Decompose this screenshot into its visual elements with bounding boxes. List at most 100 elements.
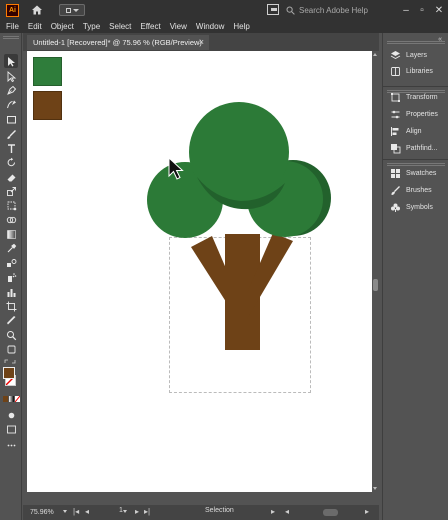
help-search[interactable]: Search Adobe Help: [286, 3, 392, 17]
panel-pathfinder-label: Pathfind...: [406, 145, 438, 152]
app-logo: Ai: [6, 3, 19, 17]
transform-icon: [389, 92, 401, 104]
search-input[interactable]: Search Adobe Help: [299, 6, 368, 15]
menu-help[interactable]: Help: [233, 22, 249, 31]
artboard-dropdown-icon[interactable]: [123, 510, 127, 513]
menu-object[interactable]: Object: [51, 22, 74, 31]
panel-brushes-label: Brushes: [406, 187, 432, 194]
home-icon[interactable]: [31, 4, 43, 16]
paintbrush-tool-icon[interactable]: [4, 127, 18, 141]
previous-artboard-icon[interactable]: ◂: [85, 507, 89, 516]
menu-bar: File Edit Object Type Select Effect View…: [0, 20, 448, 33]
menu-view[interactable]: View: [170, 22, 187, 31]
cursor-arrow-icon: [168, 157, 184, 180]
libraries-icon: [389, 66, 401, 78]
panel-swatches[interactable]: Swatches: [383, 166, 448, 181]
vertical-scrollbar[interactable]: [372, 51, 379, 492]
panel-pathfinder[interactable]: Pathfind...: [383, 141, 448, 156]
fill-swatch[interactable]: [3, 367, 15, 379]
eyedropper-tool-icon[interactable]: [4, 241, 18, 255]
artboard-tool-icon[interactable]: [4, 299, 18, 313]
panel-libraries[interactable]: Libraries: [383, 64, 448, 79]
document-tab[interactable]: Untitled-1 [Recovered]* @ 75.96 % (RGB/P…: [27, 35, 209, 50]
symbol-sprayer-tool-icon[interactable]: [4, 270, 18, 284]
more-tools-icon[interactable]: [4, 438, 18, 452]
menu-type[interactable]: Type: [83, 22, 100, 31]
last-artboard-icon[interactable]: ▸|: [144, 507, 150, 516]
panel-properties[interactable]: Properties: [383, 107, 448, 122]
menu-select[interactable]: Select: [109, 22, 131, 31]
panel-align[interactable]: Align: [383, 124, 448, 139]
panel-dock: « Layers Libraries Transform Properties …: [382, 33, 448, 520]
properties-icon: [389, 109, 401, 121]
zoom-dropdown-icon[interactable]: [63, 510, 67, 513]
status-bar: 75.96% |◂ ◂ 1 ▸ ▸| Selection ▸ ◂ ▸: [23, 505, 379, 520]
panel-transform-label: Transform: [406, 94, 438, 101]
gradient-button[interactable]: [9, 396, 14, 402]
color-mode-buttons[interactable]: [3, 396, 20, 402]
draw-mode-icon[interactable]: [4, 408, 18, 422]
close-tab-icon[interactable]: ×: [199, 37, 204, 47]
scroll-right-icon[interactable]: ▸: [365, 507, 369, 516]
panel-layers[interactable]: Layers: [383, 48, 448, 63]
panel-properties-label: Properties: [406, 111, 438, 118]
zoom-level-value: 75.96%: [30, 509, 54, 516]
swap-colors-icon[interactable]: [3, 357, 19, 364]
gradient-tool-icon[interactable]: [4, 227, 18, 241]
curvature-tool-icon[interactable]: [4, 97, 18, 111]
blend-tool-icon[interactable]: [4, 256, 18, 270]
close-icon[interactable]: ✕: [431, 2, 447, 18]
horizontal-scroll-thumb[interactable]: [323, 509, 338, 516]
workspace-switcher-button[interactable]: [59, 4, 85, 16]
free-transform-tool-icon[interactable]: [4, 198, 18, 212]
document-tab-title: Untitled-1 [Recovered]* @ 75.96 % (RGB/P…: [33, 38, 202, 47]
chevron-down-icon: [72, 8, 79, 12]
direct-selection-tool-icon[interactable]: [4, 69, 18, 83]
panel-align-label: Align: [406, 128, 422, 135]
panel-brushes[interactable]: Brushes: [383, 183, 448, 198]
selection-tool-icon[interactable]: [4, 54, 18, 68]
shape-builder-tool-icon[interactable]: [4, 213, 18, 227]
layers-icon: [389, 50, 401, 62]
next-artboard-icon[interactable]: ▸: [135, 507, 139, 516]
first-artboard-icon[interactable]: |◂: [73, 507, 79, 516]
dock-divider: [383, 159, 448, 160]
slice-tool-icon[interactable]: [4, 313, 18, 327]
vertical-scroll-thumb[interactable]: [373, 279, 378, 291]
scroll-up-icon[interactable]: [373, 53, 377, 56]
zoom-tool-icon[interactable]: [4, 328, 18, 342]
minimize-icon[interactable]: –: [398, 2, 414, 18]
eraser-tool-icon[interactable]: [4, 170, 18, 184]
tree-artwork[interactable]: [27, 51, 372, 492]
canvas[interactable]: [27, 51, 372, 492]
zoom-level-field[interactable]: 75.96%: [30, 507, 66, 518]
dock-grip[interactable]: [387, 41, 445, 44]
panel-symbols[interactable]: Symbols: [383, 200, 448, 215]
menu-window[interactable]: Window: [196, 22, 224, 31]
scroll-left-icon[interactable]: ◂: [285, 507, 289, 516]
hand-tool-icon[interactable]: [4, 342, 18, 356]
brushes-icon: [389, 185, 401, 197]
rotate-tool-icon[interactable]: [4, 155, 18, 169]
column-graph-tool-icon[interactable]: [4, 285, 18, 299]
pen-tool-icon[interactable]: [4, 83, 18, 97]
maximize-icon[interactable]: ▫: [414, 2, 430, 18]
screen-mode-icon[interactable]: [4, 422, 18, 436]
color-button[interactable]: [3, 396, 8, 402]
panel-transform[interactable]: Transform: [383, 90, 448, 105]
none-button[interactable]: [15, 396, 20, 402]
scale-tool-icon[interactable]: [4, 184, 18, 198]
status-menu-icon[interactable]: ▸: [271, 507, 275, 516]
scroll-down-icon[interactable]: [373, 487, 377, 490]
type-tool-icon[interactable]: [4, 141, 18, 155]
search-icon: [286, 6, 295, 15]
title-bar: Ai Search Adobe Help – ▫ ✕: [0, 0, 448, 20]
panel-grip[interactable]: [3, 36, 19, 39]
tree-trunk[interactable]: [191, 233, 293, 350]
rectangle-tool-icon[interactable]: [4, 112, 18, 126]
arrange-documents-icon[interactable]: [267, 4, 279, 15]
panel-symbols-label: Symbols: [406, 204, 433, 211]
menu-effect[interactable]: Effect: [140, 22, 160, 31]
menu-edit[interactable]: Edit: [28, 22, 42, 31]
menu-file[interactable]: File: [6, 22, 19, 31]
